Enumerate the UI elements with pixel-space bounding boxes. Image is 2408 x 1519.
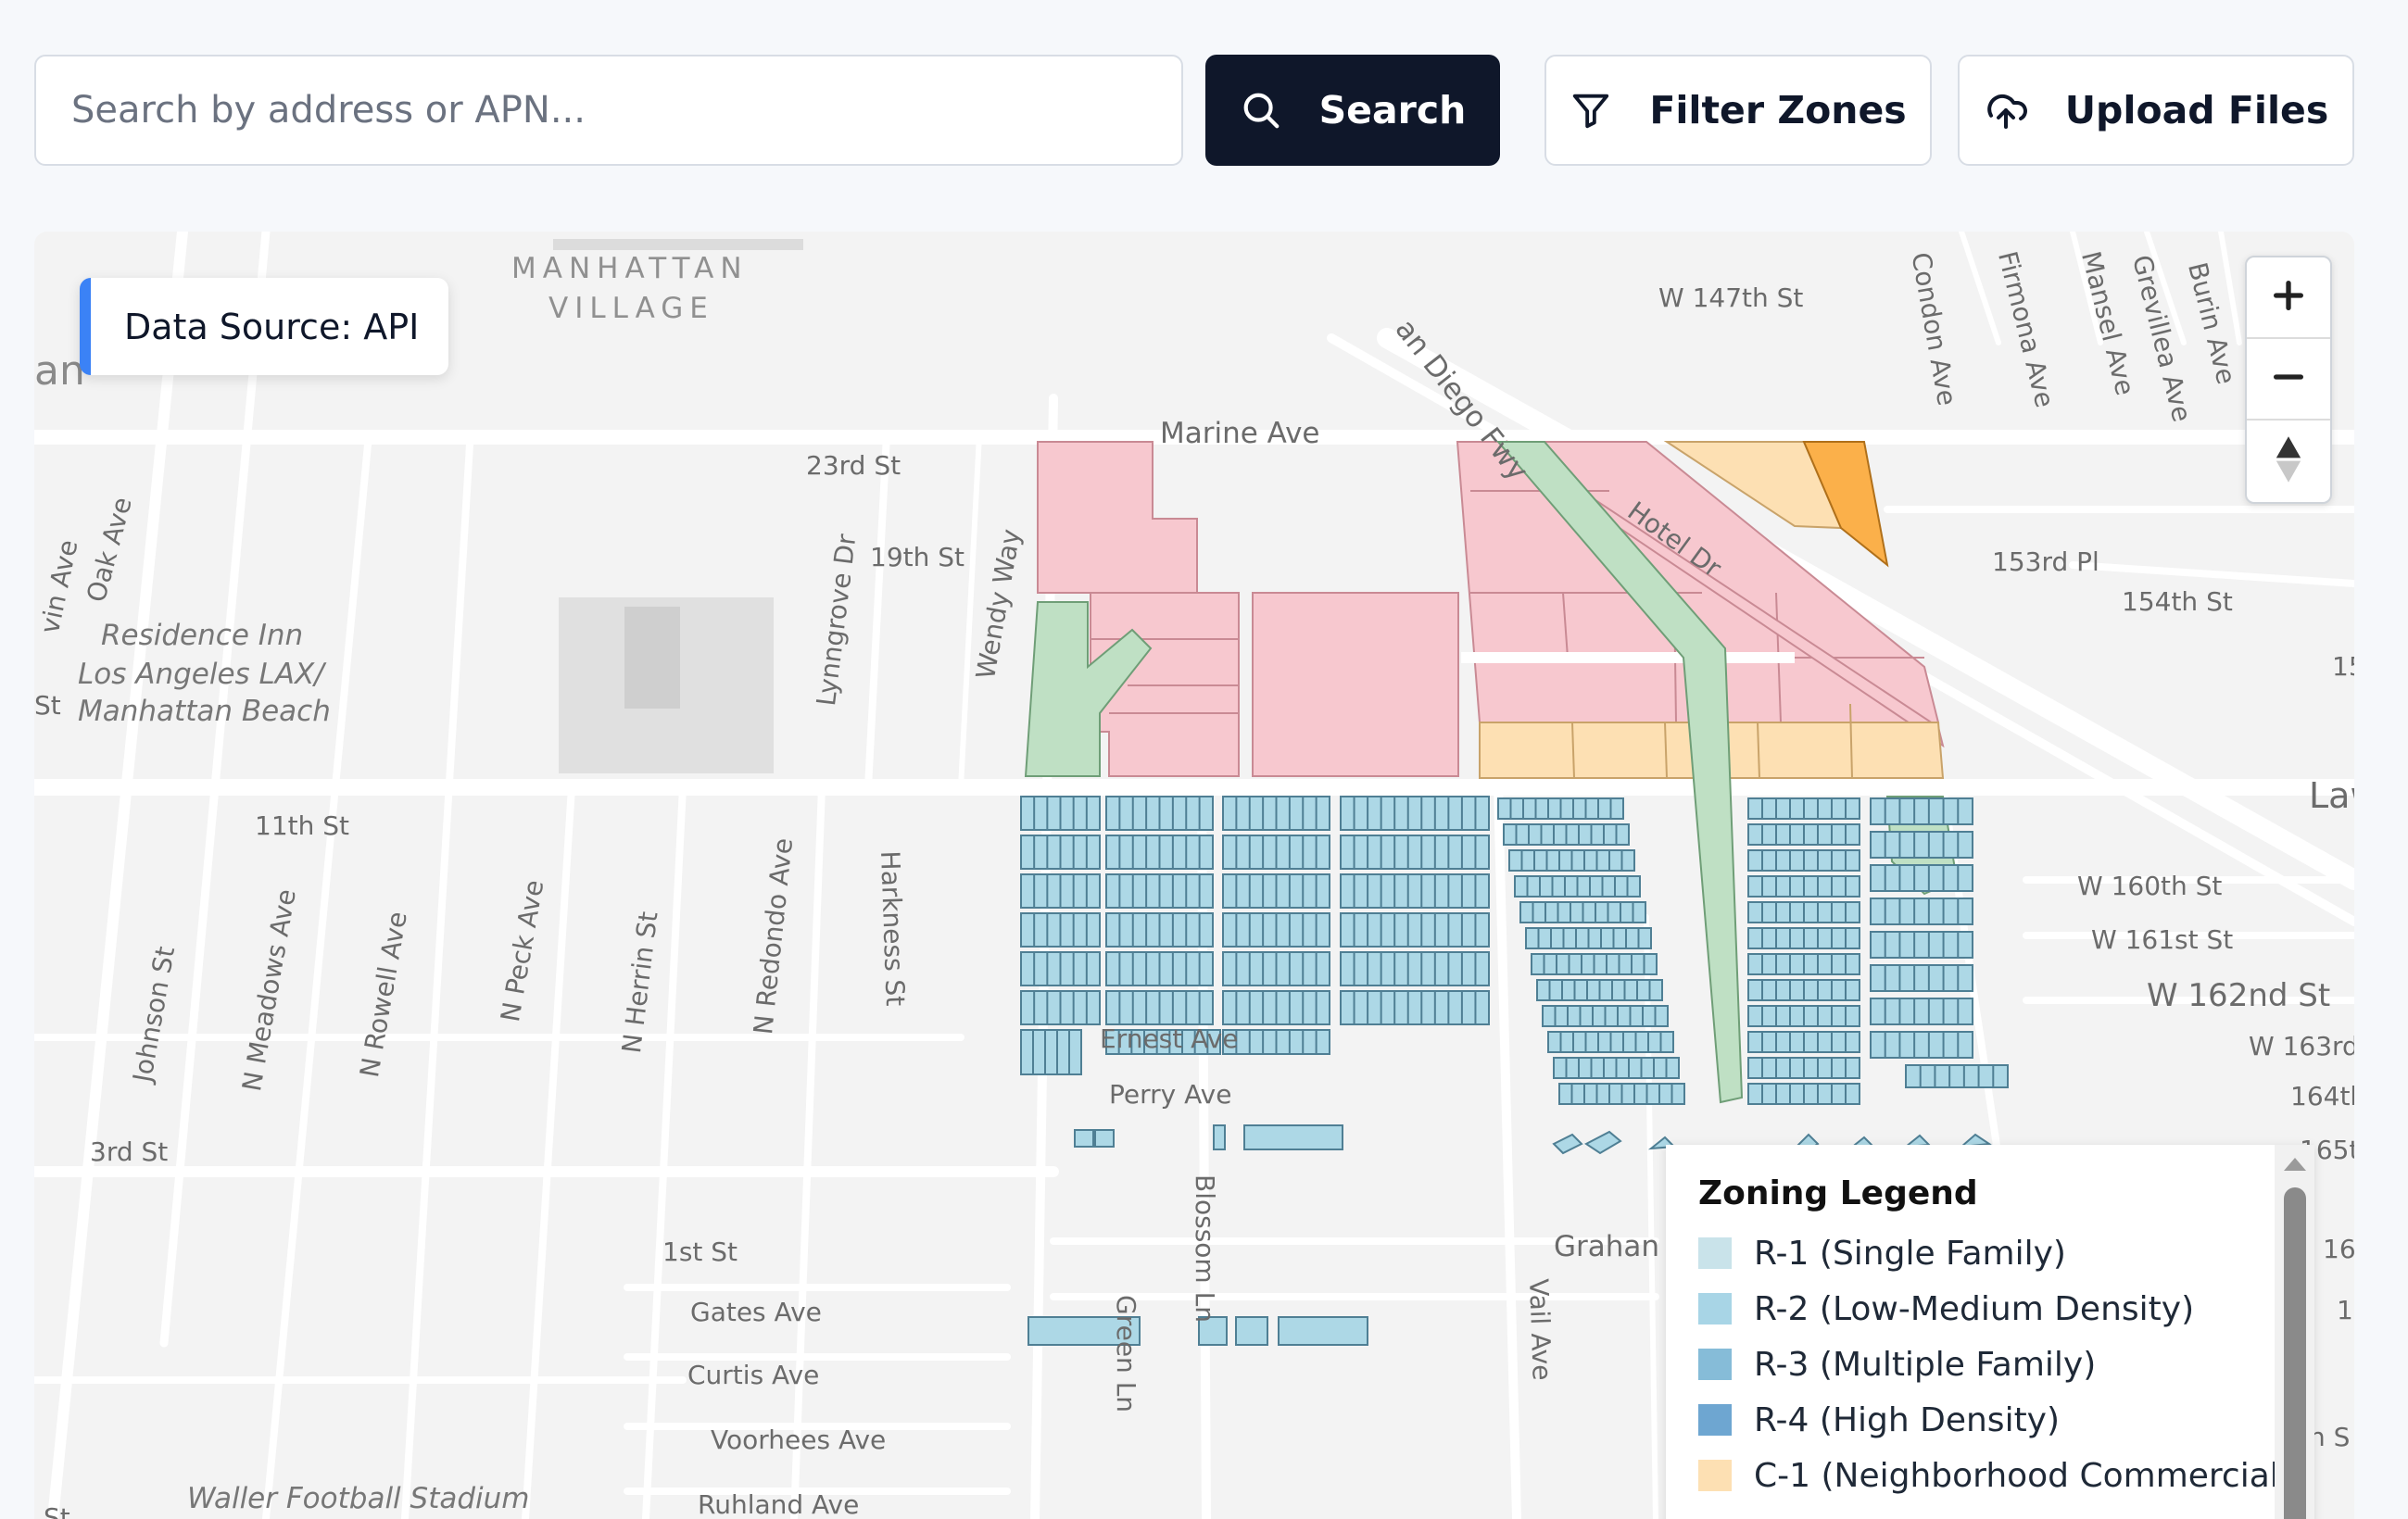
upload-files-button[interactable]: Upload Files — [1958, 55, 2354, 166]
legend-title: Zoning Legend — [1698, 1174, 1978, 1212]
label-manhattan-village-2: VILLAGE — [548, 292, 714, 325]
zoom-out-button[interactable] — [2247, 339, 2330, 421]
scroll-up-arrow-icon[interactable] — [2284, 1158, 2306, 1171]
legend-item: R-1 (Single Family) — [1698, 1225, 2314, 1281]
label-partial-an: an — [34, 347, 85, 395]
reset-bearing-button[interactable] — [2247, 421, 2330, 502]
label-ruhland-ave: Ruhland Ave — [698, 1489, 860, 1519]
label-partial-16a: 16 — [2323, 1234, 2354, 1264]
label-partial-st-2: St — [44, 1502, 70, 1519]
filter-zones-label: Filter Zones — [1649, 88, 1907, 132]
legend-item-label: R-2 (Low-Medium Density) — [1754, 1289, 2195, 1328]
legend-items: R-1 (Single Family) R-2 (Low-Medium Densi… — [1698, 1225, 2314, 1503]
compass-icon — [2273, 433, 2304, 489]
label-ernest-ave: Ernest Ave — [1100, 1023, 1239, 1054]
label-partial-st: St — [34, 690, 61, 721]
legend-swatch — [1698, 1349, 1732, 1380]
label-w-147th: W 147th St — [1658, 282, 1804, 313]
label-voorhees-ave: Voorhees Ave — [711, 1425, 887, 1455]
legend-item: C-1 (Neighborhood Commercial) — [1698, 1448, 2314, 1503]
label-marine-ave: Marine Ave — [1160, 417, 1320, 450]
legend-item: R-2 (Low-Medium Density) — [1698, 1281, 2314, 1337]
search-button[interactable]: Search — [1205, 55, 1500, 166]
label-partial-16b: 1 — [2337, 1295, 2353, 1325]
legend-item: R-3 (Multiple Family) — [1698, 1337, 2314, 1392]
legend-swatch — [1698, 1404, 1732, 1436]
label-154th-st: 154th St — [2122, 586, 2233, 617]
label-w-163rd: W 163rd — [2249, 1031, 2354, 1061]
filter-zones-button[interactable]: Filter Zones — [1544, 55, 1932, 166]
toolbar: Search Filter Zones Upload Files — [0, 0, 2408, 222]
upload-cloud-icon — [1984, 88, 2028, 132]
label-manhattan-village: MANHATTAN — [511, 252, 749, 285]
label-w-161st: W 161st St — [2091, 924, 2234, 955]
legend-swatch — [1698, 1237, 1732, 1269]
label-w-160th: W 160th St — [2077, 871, 2223, 901]
label-residence-inn-3: Manhattan Beach — [78, 695, 331, 728]
map-zoom-controls — [2245, 256, 2332, 504]
search-button-label: Search — [1318, 88, 1467, 132]
data-source-label: Data Source: API — [124, 306, 420, 347]
label-green-ln: Green Ln — [1111, 1295, 1141, 1413]
zoom-in-button[interactable] — [2247, 257, 2330, 339]
legend-item-label: R-1 (Single Family) — [1754, 1234, 2066, 1273]
search-input[interactable] — [34, 55, 1183, 166]
search-icon — [1240, 89, 1282, 132]
label-11th-st: 11th St — [255, 810, 350, 841]
label-partial-law: Law — [2309, 775, 2354, 816]
label-23rd-st: 23rd St — [806, 450, 901, 481]
label-curtis-ave: Curtis Ave — [687, 1360, 820, 1390]
label-waller-stadium: Waller Football Stadium — [187, 1482, 530, 1515]
legend-item-label: C-1 (Neighborhood Commercial) — [1754, 1456, 2292, 1495]
label-19th-st: 19th St — [870, 542, 965, 572]
label-harkness: Harkness St — [875, 850, 911, 1007]
data-source-badge: Data Source: API — [80, 278, 448, 375]
legend-item: R-4 (High Density) — [1698, 1392, 2314, 1448]
scrollbar-thumb[interactable] — [2284, 1187, 2306, 1519]
minus-icon — [2270, 358, 2307, 399]
label-164th: 164th — [2290, 1081, 2354, 1111]
label-153rd-pl: 153rd Pl — [1992, 546, 2099, 577]
filter-icon — [1570, 89, 1612, 132]
legend-swatch — [1698, 1293, 1732, 1324]
label-3rd-st: 3rd St — [90, 1136, 169, 1167]
label-graham: Grahan — [1554, 1230, 1660, 1263]
label-residence-inn: Residence Inn — [101, 619, 304, 652]
label-gates-ave: Gates Ave — [690, 1297, 822, 1327]
label-residence-inn-2: Los Angeles LAX/ — [78, 658, 324, 691]
label-1st-st: 1st St — [662, 1237, 738, 1267]
legend-scrollbar[interactable] — [2275, 1145, 2314, 1519]
label-vail-ave: Vail Ave — [1523, 1278, 1557, 1382]
label-blossom-ln: Blossom Ln — [1190, 1174, 1220, 1323]
legend-swatch — [1698, 1460, 1732, 1491]
zoning-legend: Zoning Legend R-1 (Single Family) R-2 (Lo… — [1666, 1145, 2314, 1519]
label-partial-hs: h S — [2309, 1422, 2351, 1452]
upload-files-label: Upload Files — [2064, 88, 2329, 132]
legend-item-label: R-4 (High Density) — [1754, 1400, 2061, 1439]
zoning-map[interactable]: MANHATTAN VILLAGE an Marine Ave an Diego… — [34, 232, 2354, 1519]
label-w-162nd: W 162nd St — [2147, 977, 2331, 1014]
plus-icon — [2270, 277, 2307, 318]
legend-item-label: R-3 (Multiple Family) — [1754, 1345, 2097, 1384]
label-partial-15: 15 — [2332, 651, 2354, 682]
label-perry-ave: Perry Ave — [1109, 1079, 1232, 1110]
